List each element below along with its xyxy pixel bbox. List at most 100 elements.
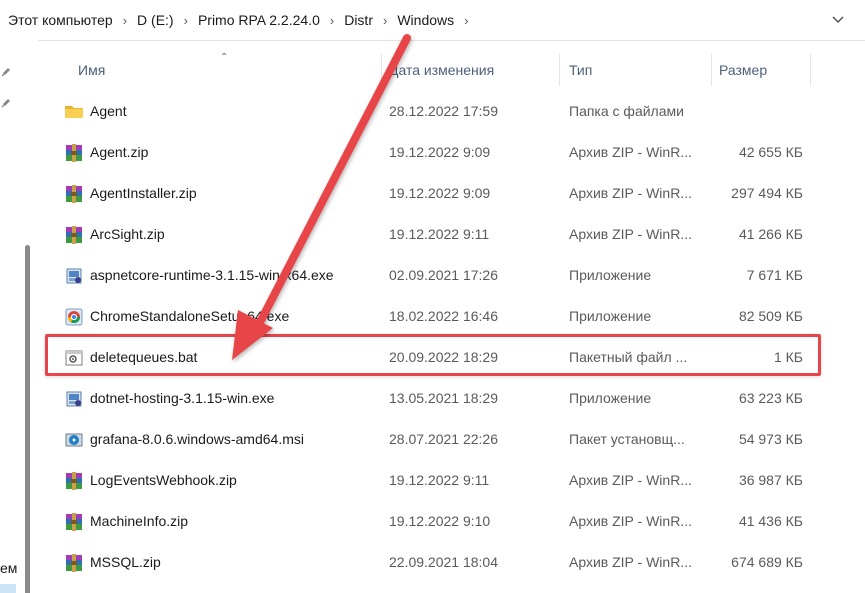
file-date-modified: 22.09.2021 18:04 [389, 554, 498, 570]
file-row[interactable]: MSSQL.zip 22.09.2021 18:04 Архив ZIP - Win… [38, 542, 865, 583]
breadcrumb-distr[interactable]: Distr [340, 12, 377, 28]
breadcrumb: Этот компьютер › D (E:) › Primo RPA 2.2.… [0, 12, 474, 28]
winrar-archive-icon [66, 513, 82, 531]
file-size: 63 223 КБ [738, 390, 803, 406]
chevron-right-icon[interactable]: › [324, 13, 340, 28]
column-divider[interactable] [711, 54, 712, 86]
pin-icon[interactable] [0, 95, 14, 109]
file-size: 41 266 КБ [738, 226, 803, 242]
breadcrumb-windows[interactable]: Windows [393, 12, 458, 28]
winrar-archive-icon [66, 185, 82, 203]
nav-item-label[interactable]: ем [0, 560, 17, 576]
column-divider[interactable] [559, 54, 560, 86]
file-size: 674 689 КБ [731, 554, 803, 570]
file-name: MSSQL.zip [90, 554, 161, 570]
file-date-modified: 13.05.2021 18:29 [389, 390, 498, 406]
chevron-right-icon[interactable]: › [178, 13, 194, 28]
file-row[interactable]: LogEventsWebhook.zip 19.12.2022 9:11 Архив… [38, 460, 865, 501]
chrome-setup-icon [65, 308, 83, 326]
file-type: Папка с файлами [569, 103, 684, 119]
column-size-header[interactable]: Размер [719, 50, 767, 90]
pin-icon[interactable] [0, 64, 14, 78]
file-row[interactable]: ArcSight.zip 19.12.2022 9:11 Архив ZIP - W… [38, 214, 865, 255]
file-row[interactable]: ChromeStandaloneSetup64.exe 18.02.2022 16… [38, 296, 865, 337]
file-row[interactable]: aspnetcore-runtime-3.1.15-win-x64.exe 02.… [38, 255, 865, 296]
annotation-highlight-box [45, 334, 821, 376]
chevron-right-icon[interactable]: › [458, 13, 474, 28]
file-icon-wrapper [64, 307, 84, 327]
file-date-modified: 28.07.2021 22:26 [389, 431, 498, 447]
column-date-header[interactable]: Дата изменения [389, 50, 494, 90]
file-name: MachineInfo.zip [90, 513, 189, 529]
file-icon-wrapper [64, 225, 84, 245]
file-name: AgentInstaller.zip [90, 185, 197, 201]
file-name: LogEventsWebhook.zip [90, 472, 237, 488]
file-type: Архив ZIP - WinR... [569, 472, 692, 488]
breadcrumb-this-pc[interactable]: Этот компьютер [4, 12, 117, 28]
column-name-header[interactable]: Имя [78, 50, 105, 90]
file-size: 54 973 КБ [738, 431, 803, 447]
file-type: Приложение [569, 267, 652, 283]
file-name: dotnet-hosting-3.1.15-win.exe [90, 390, 275, 406]
column-divider[interactable] [381, 54, 382, 86]
column-type-header[interactable]: Тип [569, 50, 592, 90]
navigation-pane: ем [0, 40, 38, 593]
file-type: Архив ZIP - WinR... [569, 185, 692, 201]
file-type: Приложение [569, 390, 652, 406]
file-name: aspnetcore-runtime-3.1.15-win-x64.exe [90, 267, 334, 283]
file-row[interactable]: AgentInstaller.zip 19.12.2022 9:09 Архив Z… [38, 173, 865, 214]
address-history-button[interactable] [827, 10, 849, 30]
nav-selected-item[interactable] [0, 584, 16, 593]
file-date-modified: 19.12.2022 9:11 [389, 226, 490, 242]
file-date-modified: 19.12.2022 9:09 [389, 185, 491, 201]
address-bar[interactable]: Этот компьютер › D (E:) › Primo RPA 2.2.… [0, 0, 865, 41]
file-size: 82 509 КБ [738, 308, 803, 324]
installer-exe-icon [66, 268, 82, 284]
column-divider[interactable] [810, 54, 811, 86]
file-name: Agent.zip [90, 144, 149, 160]
file-row[interactable]: Agent.zip 19.12.2022 9:09 Архив ZIP - WinR… [38, 132, 865, 173]
breadcrumb-drive[interactable]: D (E:) [133, 12, 178, 28]
file-type: Приложение [569, 308, 652, 324]
file-icon-wrapper [64, 143, 84, 163]
column-header: ⌃ Имя Дата изменения Тип Размер [38, 50, 865, 90]
file-explorer-window: Этот компьютер › D (E:) › Primo RPA 2.2.… [0, 0, 865, 593]
chevron-down-icon [832, 16, 844, 23]
winrar-archive-icon [66, 554, 82, 572]
file-icon-wrapper [64, 553, 84, 573]
file-name: grafana-8.0.6.windows-amd64.msi [90, 431, 304, 447]
file-size: 42 655 КБ [738, 144, 803, 160]
file-icon-wrapper [64, 266, 84, 286]
sort-ascending-icon: ⌃ [220, 52, 229, 63]
file-date-modified: 19.12.2022 9:09 [389, 144, 491, 160]
file-name: Agent [90, 103, 127, 119]
file-size: 36 987 КБ [738, 472, 803, 488]
chevron-right-icon[interactable]: › [117, 13, 133, 28]
installer-exe-icon [66, 391, 82, 407]
chevron-right-icon[interactable]: › [377, 13, 393, 28]
file-name: ArcSight.zip [90, 226, 165, 242]
winrar-archive-icon [66, 226, 82, 244]
file-date-modified: 19.12.2022 9:10 [389, 513, 491, 529]
file-size: 41 436 КБ [738, 513, 803, 529]
file-icon-wrapper [64, 184, 84, 204]
file-type: Пакет установщ... [569, 431, 685, 447]
file-row[interactable]: Agent 28.12.2022 17:59 Папка с файлами [38, 91, 865, 132]
file-icon-wrapper [64, 102, 84, 122]
breadcrumb-primo-rpa[interactable]: Primo RPA 2.2.24.0 [194, 12, 324, 28]
file-row[interactable]: grafana-8.0.6.windows-amd64.msi 28.07.202… [38, 419, 865, 460]
winrar-archive-icon [66, 472, 82, 490]
file-size: 297 494 КБ [731, 185, 803, 201]
folder-icon [65, 106, 83, 118]
file-date-modified: 28.12.2022 17:59 [389, 103, 498, 119]
navigation-scrollbar-thumb[interactable] [25, 245, 30, 593]
file-icon-wrapper [64, 471, 84, 491]
file-size [708, 91, 803, 132]
file-date-modified: 18.02.2022 16:46 [389, 308, 498, 324]
file-row[interactable]: dotnet-hosting-3.1.15-win.exe 13.05.2021 … [38, 378, 865, 419]
file-name: ChromeStandaloneSetup64.exe [90, 308, 290, 324]
file-icon-wrapper [64, 430, 84, 450]
file-icon-wrapper [64, 389, 84, 409]
file-type: Архив ZIP - WinR... [569, 513, 692, 529]
file-row[interactable]: MachineInfo.zip 19.12.2022 9:10 Архив ZIP … [38, 501, 865, 542]
